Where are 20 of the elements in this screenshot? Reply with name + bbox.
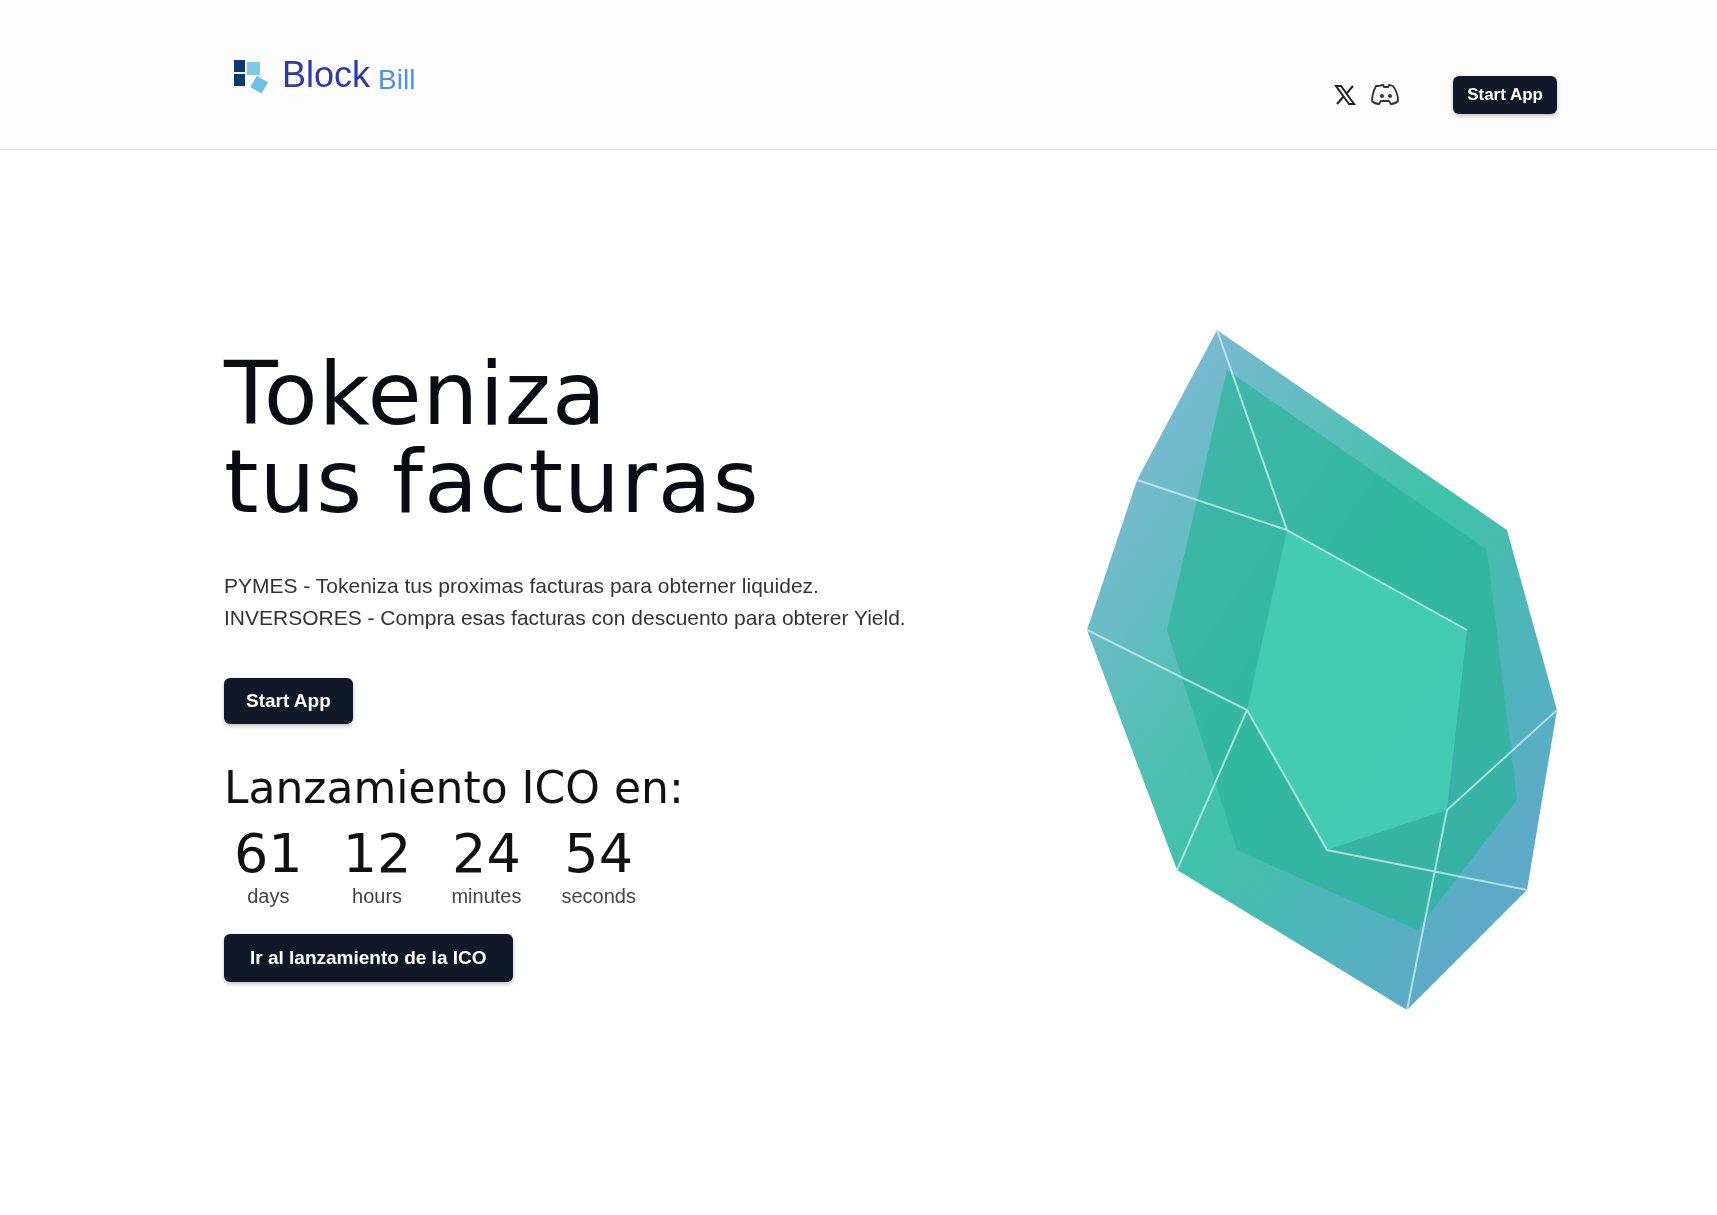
countdown-value: 54 [564, 827, 634, 881]
gamepad-chat-icon[interactable] [1371, 82, 1402, 107]
hero-title-line: tus facturas [224, 438, 760, 526]
logo-subtext: Bill [378, 63, 416, 96]
ico-launch-button[interactable]: Ir al lanzamiento de la ICO [224, 934, 513, 982]
countdown-value: 61 [234, 827, 303, 881]
hero-title-line: Tokeniza [224, 350, 608, 438]
countdown-label: hours [352, 885, 403, 908]
description-line: INVERSORES - Compra esas facturas con descuento para obterer Yield. [224, 606, 906, 630]
countdown-title: Lanzamiento ICO en: [224, 762, 684, 813]
countdown-label: days [247, 885, 290, 908]
countdown-value: 24 [452, 827, 521, 881]
start-app-button[interactable]: Start App [224, 678, 353, 724]
countdown-value: 12 [342, 827, 412, 881]
logo-text: Block [282, 53, 371, 96]
x-logo-icon[interactable] [1333, 82, 1358, 107]
description-line: PYMES - Tokeniza tus proximas facturas para obterner liquidez. [224, 574, 820, 598]
start-app-button[interactable]: Start App [1453, 75, 1557, 114]
countdown-label: seconds [561, 885, 636, 908]
countdown-label: minutes [451, 885, 522, 908]
